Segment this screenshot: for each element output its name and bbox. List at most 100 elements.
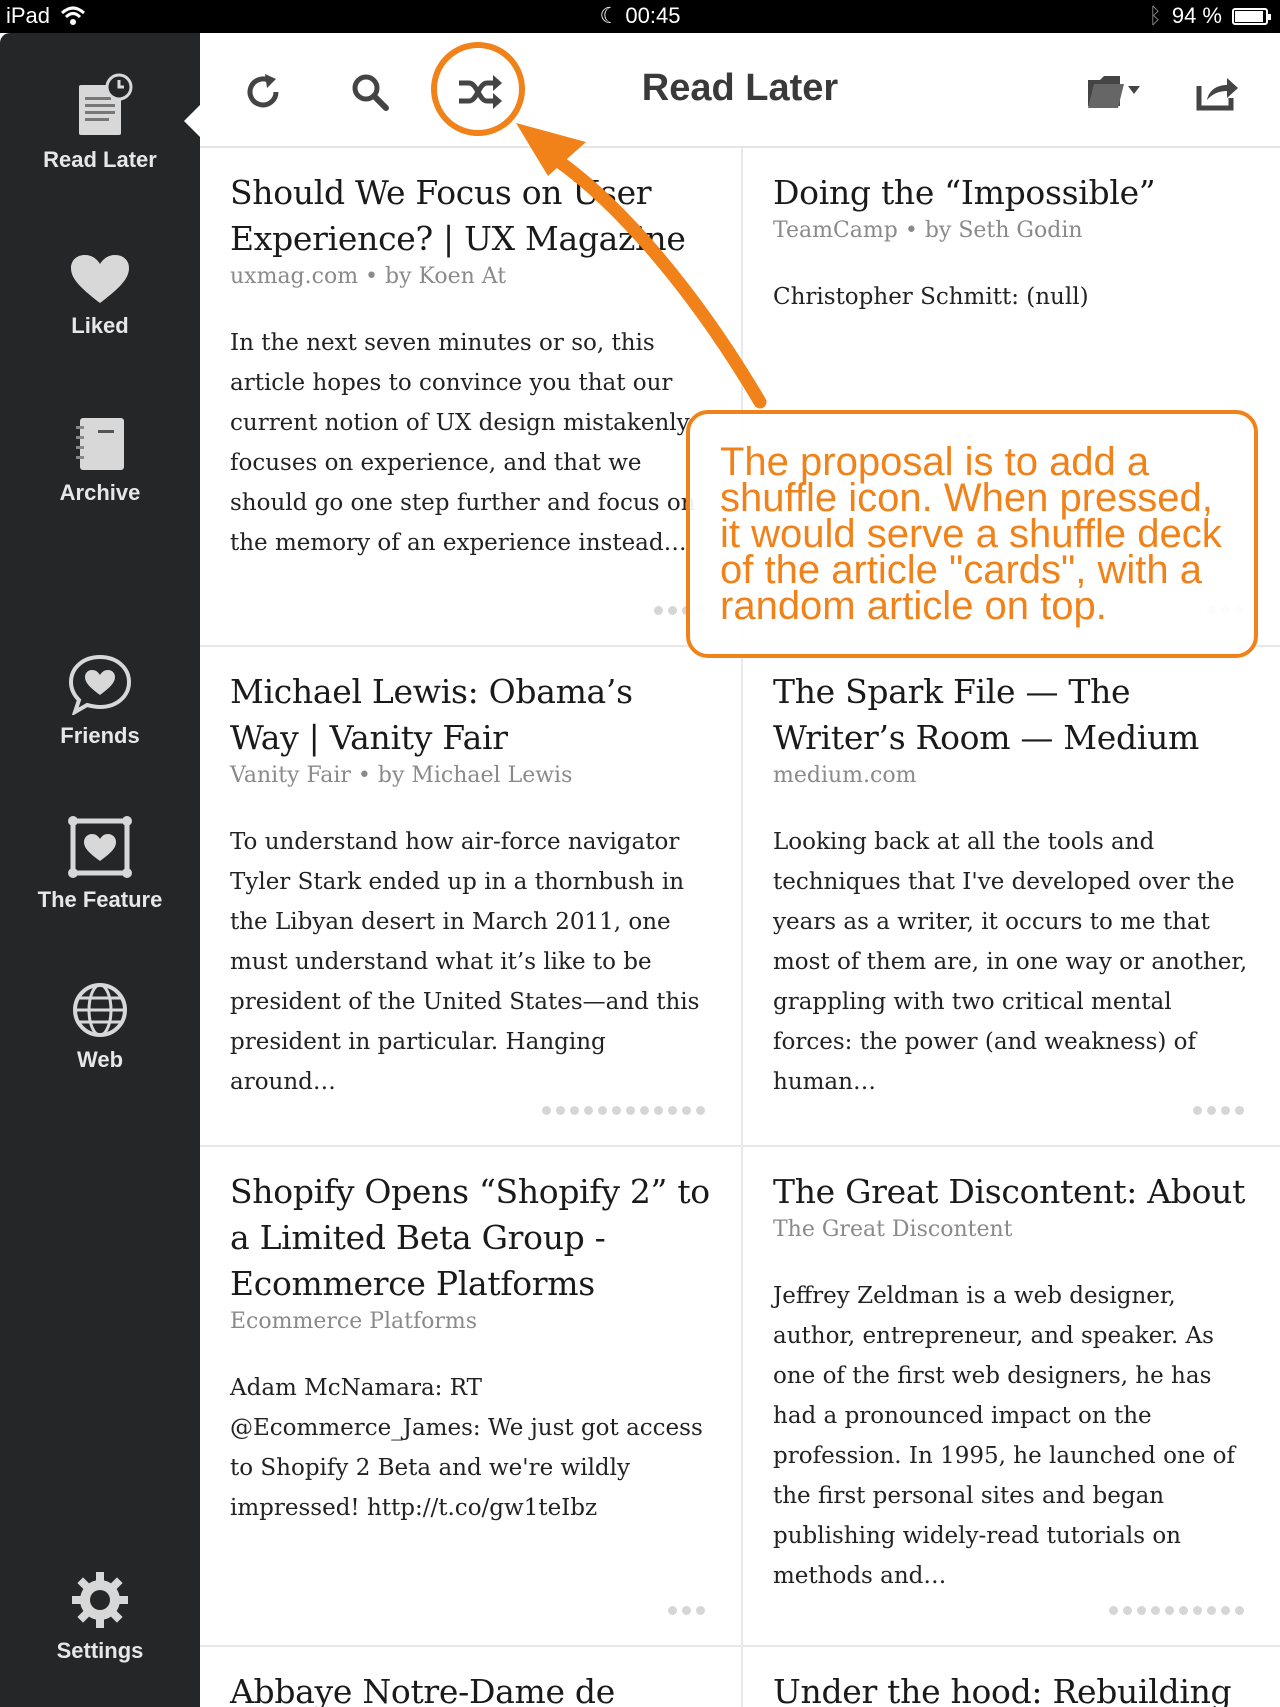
article-card[interactable]: Should We Focus on User Experience? | UX… (200, 148, 741, 645)
page-dot (654, 1106, 663, 1115)
battery-icon (1232, 7, 1271, 25)
article-excerpt: Christopher Schmitt: (null) (773, 284, 1089, 310)
page-dot (1151, 1606, 1160, 1615)
article-meta: Ecommerce Platforms (230, 1309, 478, 1334)
bluetooth-icon: ᛒ (1148, 3, 1162, 28)
article-excerpt: Adam McNamara: RT @Ecommerce_James: We j… (230, 1375, 703, 1521)
page-dots (1109, 1606, 1244, 1615)
selection-pointer (184, 104, 201, 138)
friends-icon (68, 654, 132, 715)
search-button[interactable] (343, 65, 397, 119)
page-dot (1123, 1606, 1132, 1615)
sidebar-item-settings[interactable]: Settings (0, 1570, 200, 1664)
page-dot (1193, 1106, 1202, 1115)
sidebar-item-read-later[interactable]: Read Later (0, 73, 200, 173)
sidebar-item-archive[interactable]: Archive (0, 416, 200, 506)
refresh-icon (247, 74, 279, 108)
page-dot (626, 1106, 635, 1115)
moon-icon: ☾ (599, 3, 620, 28)
sidebar: Read Later Liked Archive Friends The Fea… (0, 33, 200, 1707)
article-excerpt: Looking back at all the tools and techni… (773, 829, 1248, 1095)
page-dot (1221, 1106, 1230, 1115)
share-button[interactable] (1190, 65, 1244, 119)
article-title: Should We Focus on User Experience? | UX… (230, 173, 686, 258)
page-dot (1193, 1606, 1202, 1615)
page-dot (668, 1106, 677, 1115)
sidebar-item-label: The Feature (37, 887, 163, 912)
globe-icon (73, 983, 127, 1037)
page-dot (668, 1606, 677, 1615)
page-dot (696, 1106, 705, 1115)
sidebar-item-label: Settings (56, 1638, 144, 1663)
sidebar-item-label: Web (76, 1047, 124, 1072)
page-dot (584, 1106, 593, 1115)
sidebar-item-label: Friends (60, 723, 140, 748)
page-dot (1235, 1106, 1244, 1115)
page-dot (696, 1606, 705, 1615)
status-time: 00:45 (625, 3, 681, 28)
annotation-text: The proposal is to add a shuffle icon. W… (720, 440, 1222, 628)
read-later-icon (79, 73, 133, 135)
page-dot (682, 1106, 691, 1115)
sidebar-item-friends[interactable]: Friends (0, 653, 200, 749)
page-dot (542, 1106, 551, 1115)
page-dot (570, 1106, 579, 1115)
sidebar-item-label: Archive (59, 480, 141, 505)
refresh-button[interactable] (236, 65, 290, 119)
article-card[interactable]: Under the hood: Rebuilding (743, 1647, 1280, 1707)
sidebar-item-liked[interactable]: Liked (0, 253, 200, 339)
toolbar: Read Later (200, 33, 1280, 148)
article-title: Michael Lewis: Obama’s Way | Vanity Fair (230, 672, 633, 757)
page-dots (542, 1106, 705, 1115)
article-meta: The Great Discontent (773, 1217, 1013, 1242)
article-card[interactable]: Michael Lewis: Obama’s Way | Vanity Fair… (200, 647, 741, 1145)
article-card[interactable]: The Spark File — The Writer’s Room — Med… (743, 647, 1280, 1145)
article-card[interactable]: Shopify Opens “Shopify 2” to a Limited B… (200, 1147, 741, 1645)
battery-label: 94 % (1171, 3, 1222, 28)
sidebar-item-label: Read Later (43, 147, 157, 172)
page-dot (640, 1106, 649, 1115)
sidebar-item-the-feature[interactable]: The Feature (0, 815, 200, 913)
article-card[interactable]: Abbaye Notre-Dame de (200, 1647, 741, 1707)
page-dot (668, 606, 677, 615)
page-dots (668, 1606, 705, 1615)
article-title: Shopify Opens “Shopify 2” to a Limited B… (230, 1172, 710, 1303)
article-card[interactable]: The Great Discontent: About The Great Di… (743, 1147, 1280, 1645)
article-title: The Spark File — The Writer’s Room — Med… (773, 672, 1200, 757)
archive-icon (76, 418, 124, 470)
page-dot (1179, 1606, 1188, 1615)
feature-icon (68, 816, 132, 878)
page-dot (612, 1106, 621, 1115)
search-icon (352, 74, 389, 111)
share-icon (1196, 78, 1238, 111)
battery-fill (1235, 10, 1263, 22)
page-dots (1193, 1106, 1244, 1115)
page-dot (1165, 1606, 1174, 1615)
article-meta: medium.com (773, 763, 917, 788)
article-title: Under the hood: Rebuilding (773, 1672, 1232, 1707)
page-dot (1207, 1106, 1216, 1115)
status-bar: iPad ☾ 00:45 ᛒ 94 % (0, 0, 1280, 33)
folder-button[interactable] (1080, 65, 1150, 119)
page-dot (1221, 1606, 1230, 1615)
sidebar-item-web[interactable]: Web (0, 981, 200, 1073)
article-title: Doing the “Impossible” (773, 173, 1156, 212)
annotation-callout: The proposal is to add a shuffle icon. W… (686, 410, 1258, 658)
article-meta: Vanity Fair • by Michael Lewis (230, 763, 573, 788)
article-meta: uxmag.com • by Koen At (230, 264, 507, 289)
gear-icon (72, 1572, 128, 1628)
article-excerpt: In the next seven minutes or so, this ar… (230, 330, 696, 556)
page-dot (1235, 1606, 1244, 1615)
article-excerpt: Jeffrey Zeldman is a web designer, autho… (773, 1283, 1236, 1589)
page-dot (1207, 1606, 1216, 1615)
article-excerpt: To understand how air-force navigator Ty… (230, 829, 700, 1095)
folder-icon (1088, 76, 1140, 108)
article-title: The Great Discontent: About (773, 1172, 1246, 1211)
shuffle-icon (459, 75, 502, 109)
page-dot (654, 606, 663, 615)
shuffle-button[interactable] (453, 65, 507, 119)
sidebar-item-label: Liked (71, 313, 129, 338)
article-grid: Should We Focus on User Experience? | UX… (200, 148, 1280, 1707)
page-dot (682, 1606, 691, 1615)
article-meta: TeamCamp • by Seth Godin (773, 218, 1083, 243)
